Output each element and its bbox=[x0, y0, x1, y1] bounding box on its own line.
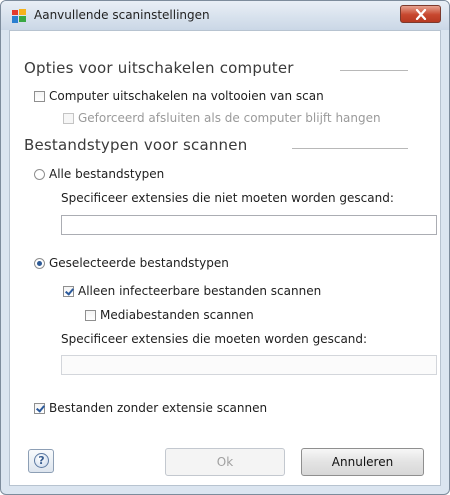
media-files-checkbox[interactable] bbox=[85, 309, 96, 321]
selected-filetypes-radio[interactable] bbox=[34, 257, 45, 269]
close-icon bbox=[415, 9, 427, 20]
no-extension-label: Bestanden zonder extensie scannen bbox=[49, 401, 268, 415]
shutdown-after-scan-label: Computer uitschakelen na voltooien van s… bbox=[49, 89, 324, 103]
dialog-content: Opties voor uitschakelen computer Comput… bbox=[9, 30, 441, 486]
avg-logo-icon bbox=[12, 9, 26, 23]
dialog-window: Aanvullende scaninstellingen Opties voor… bbox=[0, 0, 450, 495]
infectable-only-checkbox[interactable] bbox=[63, 285, 74, 297]
no-extension-checkbox[interactable] bbox=[34, 402, 45, 414]
media-files-option[interactable]: Mediabestanden scannen bbox=[85, 308, 254, 322]
ok-button[interactable]: Ok bbox=[165, 448, 285, 476]
shutdown-after-scan-checkbox[interactable] bbox=[34, 90, 45, 102]
all-filetypes-radio[interactable] bbox=[34, 168, 45, 180]
include-extensions-input[interactable] bbox=[61, 355, 437, 375]
shutdown-after-scan-option[interactable]: Computer uitschakelen na voltooien van s… bbox=[34, 89, 324, 103]
infectable-only-label: Alleen infecteerbare bestanden scannen bbox=[78, 284, 322, 298]
all-filetypes-option[interactable]: Alle bestandstypen bbox=[34, 167, 164, 181]
include-extensions-label: Specificeer extensies die moeten worden … bbox=[61, 332, 368, 346]
force-close-option: Geforceerd afsluiten als de computer bli… bbox=[63, 111, 381, 125]
force-close-label: Geforceerd afsluiten als de computer bli… bbox=[78, 111, 381, 125]
title-bar[interactable]: Aanvullende scaninstellingen bbox=[1, 1, 449, 30]
cancel-button[interactable]: Annuleren bbox=[301, 448, 424, 476]
help-icon: ? bbox=[34, 453, 49, 468]
selected-filetypes-label: Geselecteerde bestandstypen bbox=[49, 256, 229, 270]
exclude-extensions-label: Specificeer extensies die niet moeten wo… bbox=[61, 191, 394, 205]
section-divider bbox=[292, 148, 408, 149]
section-divider bbox=[340, 70, 408, 71]
close-button[interactable] bbox=[400, 5, 441, 23]
all-filetypes-label: Alle bestandstypen bbox=[49, 167, 165, 181]
media-files-label: Mediabestanden scannen bbox=[100, 308, 254, 322]
shutdown-section-title: Opties voor uitschakelen computer bbox=[24, 59, 294, 77]
no-extension-option[interactable]: Bestanden zonder extensie scannen bbox=[34, 401, 267, 415]
force-close-checkbox bbox=[63, 112, 74, 124]
help-button[interactable]: ? bbox=[28, 449, 54, 473]
infectable-only-option[interactable]: Alleen infecteerbare bestanden scannen bbox=[63, 284, 321, 298]
selected-filetypes-option[interactable]: Geselecteerde bestandstypen bbox=[34, 256, 229, 270]
window-title: Aanvullende scaninstellingen bbox=[34, 8, 210, 22]
exclude-extensions-input[interactable] bbox=[61, 215, 437, 235]
filetypes-section-title: Bestandstypen voor scannen bbox=[24, 136, 248, 154]
